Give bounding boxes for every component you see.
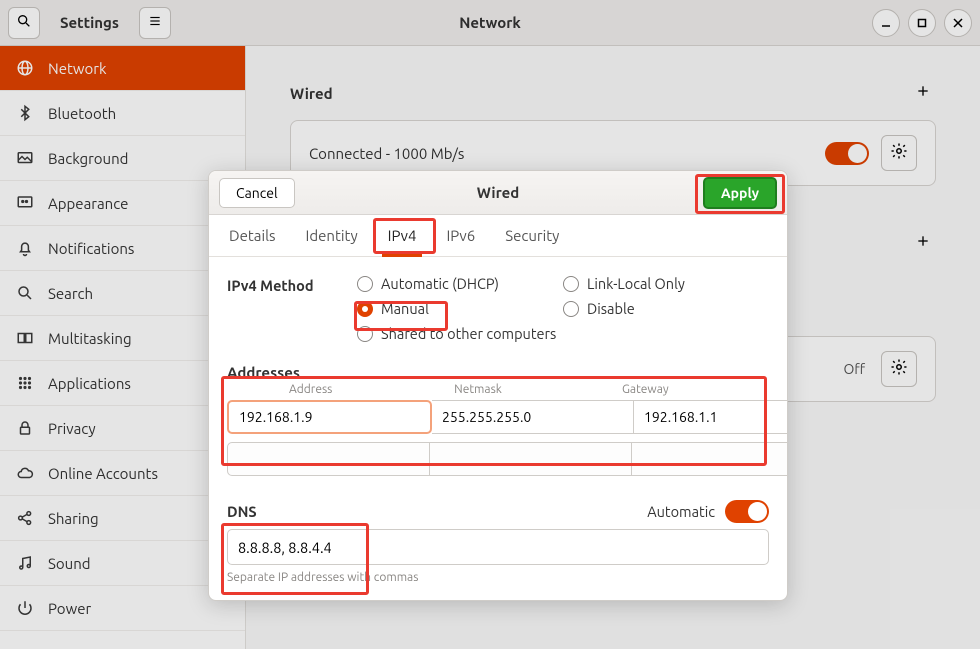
dns-input[interactable] [227, 529, 769, 565]
tab-ipv4[interactable]: IPv4 [388, 215, 417, 256]
tab-details[interactable]: Details [229, 215, 276, 256]
cancel-button[interactable]: Cancel [219, 178, 295, 208]
dns-block: DNS Automatic Separate IP addresses with… [227, 500, 769, 584]
netmask-input-empty[interactable] [430, 442, 631, 476]
dns-automatic-toggle[interactable] [725, 500, 769, 523]
radio-shared[interactable]: Shared to other computers [357, 325, 769, 342]
addresses-title: Addresses [227, 364, 769, 381]
address-input[interactable] [227, 400, 432, 434]
address-row [227, 400, 769, 434]
radio-automatic[interactable]: Automatic (DHCP) [357, 275, 563, 292]
apply-button[interactable]: Apply [703, 177, 777, 209]
netmask-input[interactable] [432, 400, 633, 434]
col-netmask: Netmask [394, 383, 561, 396]
tab-ipv6[interactable]: IPv6 [446, 215, 475, 256]
radio-disable[interactable]: Disable [563, 300, 769, 317]
dialog-tabs: Details Identity IPv4 IPv6 Security [209, 215, 787, 257]
col-address: Address [227, 383, 394, 396]
dialog-header: Cancel Wired Apply [209, 171, 787, 215]
addresses-block: Addresses Address Netmask Gateway [227, 364, 769, 476]
radio-manual[interactable]: Manual [357, 300, 563, 317]
address-row-empty [227, 442, 769, 476]
tab-identity[interactable]: Identity [306, 215, 358, 256]
ipv4-method-label: IPv4 Method [227, 275, 357, 294]
gateway-input[interactable] [633, 400, 788, 434]
dns-title: DNS [227, 503, 257, 520]
col-gateway: Gateway [562, 383, 729, 396]
radio-link-local[interactable]: Link-Local Only [563, 275, 769, 292]
wired-settings-dialog: Cancel Wired Apply Details Identity IPv4… [208, 170, 788, 601]
dialog-title: Wired [477, 184, 520, 201]
dns-automatic-label: Automatic [647, 503, 715, 520]
gateway-input-empty[interactable] [631, 442, 788, 476]
dns-hint: Separate IP addresses with commas [227, 571, 769, 584]
address-input-empty[interactable] [227, 442, 430, 476]
tab-security[interactable]: Security [505, 215, 559, 256]
